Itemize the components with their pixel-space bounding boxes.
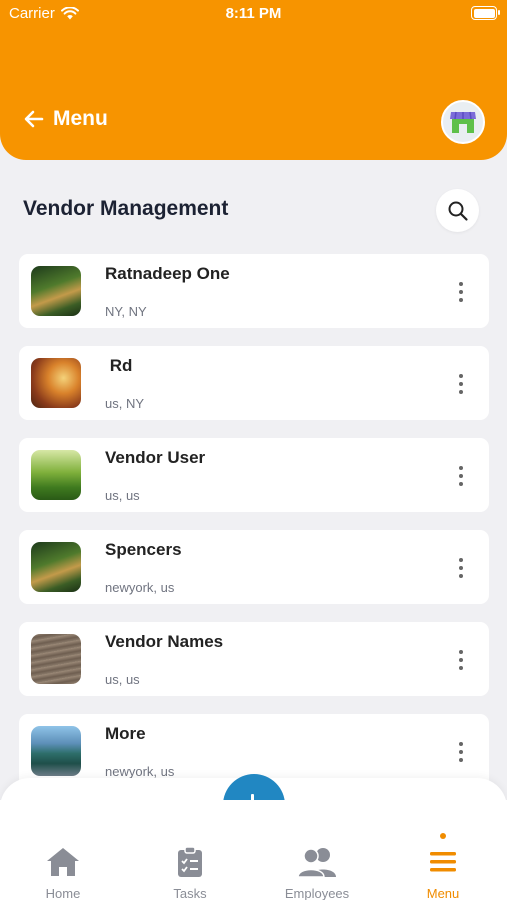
- search-button[interactable]: [436, 189, 479, 232]
- home-icon: [47, 848, 79, 876]
- more-options-icon[interactable]: [447, 738, 475, 766]
- vendor-card[interactable]: Vendor Names us, us: [19, 622, 489, 696]
- vendor-card[interactable]: Vendor User us, us: [19, 438, 489, 512]
- more-options-icon[interactable]: [447, 370, 475, 398]
- nav-employees[interactable]: Employees: [277, 846, 357, 900]
- battery-icon: [471, 6, 500, 20]
- nav-home-label: Home: [45, 886, 81, 900]
- vendor-location: newyork, us: [105, 580, 175, 595]
- vendor-name: Vendor User: [105, 448, 206, 467]
- vendor-thumbnail: [31, 266, 81, 316]
- vendor-name: Ratnadeep One: [105, 264, 230, 283]
- center-action-indicator: [251, 794, 254, 803]
- vendor-name: More: [105, 724, 146, 743]
- nav-employees-label: Employees: [284, 886, 350, 900]
- vendor-location: newyork, us: [105, 764, 175, 779]
- more-options-icon[interactable]: [447, 646, 475, 674]
- status-bar: Carrier 8:11 PM: [0, 0, 507, 28]
- clipboard-icon: [178, 846, 202, 877]
- more-options-icon[interactable]: [447, 462, 475, 490]
- active-indicator: [440, 833, 446, 839]
- vendor-name: Rd: [105, 356, 133, 375]
- nav-tasks-label: Tasks: [173, 886, 207, 900]
- back-button[interactable]: Menu: [24, 107, 108, 131]
- nav-menu-label: Menu: [426, 886, 460, 900]
- vendor-thumbnail: [31, 542, 81, 592]
- page-title: Vendor Management: [23, 197, 229, 220]
- more-options-icon[interactable]: [447, 554, 475, 582]
- vendor-card[interactable]: Spencers newyork, us: [19, 530, 489, 604]
- back-label: Menu: [53, 107, 108, 130]
- vendor-card[interactable]: Ratnadeep One NY, NY: [19, 254, 489, 328]
- vendor-name: Vendor Names: [105, 632, 224, 651]
- vendor-location: us, us: [105, 488, 140, 503]
- search-icon: [448, 201, 468, 221]
- vendor-thumbnail: [31, 726, 81, 776]
- more-options-icon[interactable]: [447, 278, 475, 306]
- vendor-location: NY, NY: [105, 304, 147, 319]
- vendor-thumbnail: [31, 358, 81, 408]
- app-header: Carrier 8:11 PM Menu: [0, 0, 507, 160]
- vendor-name: Spencers: [105, 540, 182, 559]
- people-icon: [297, 848, 336, 878]
- arrow-left-icon: [24, 110, 44, 128]
- vendor-list: Ratnadeep One NY, NY Rd us, NY Vendor Us…: [19, 254, 489, 806]
- vendor-thumbnail: [31, 450, 81, 500]
- status-time: 8:11 PM: [225, 5, 282, 22]
- nav-tasks[interactable]: Tasks: [150, 846, 230, 900]
- hamburger-icon: [430, 852, 456, 872]
- vendor-thumbnail: [31, 634, 81, 684]
- vendor-location: us, us: [105, 672, 140, 687]
- vendor-card[interactable]: Rd us, NY: [19, 346, 489, 420]
- nav-home[interactable]: Home: [23, 846, 103, 900]
- vendor-location: us, NY: [105, 396, 145, 411]
- store-icon: [450, 111, 476, 133]
- store-avatar[interactable]: [441, 100, 485, 144]
- nav-menu[interactable]: Menu: [403, 846, 483, 900]
